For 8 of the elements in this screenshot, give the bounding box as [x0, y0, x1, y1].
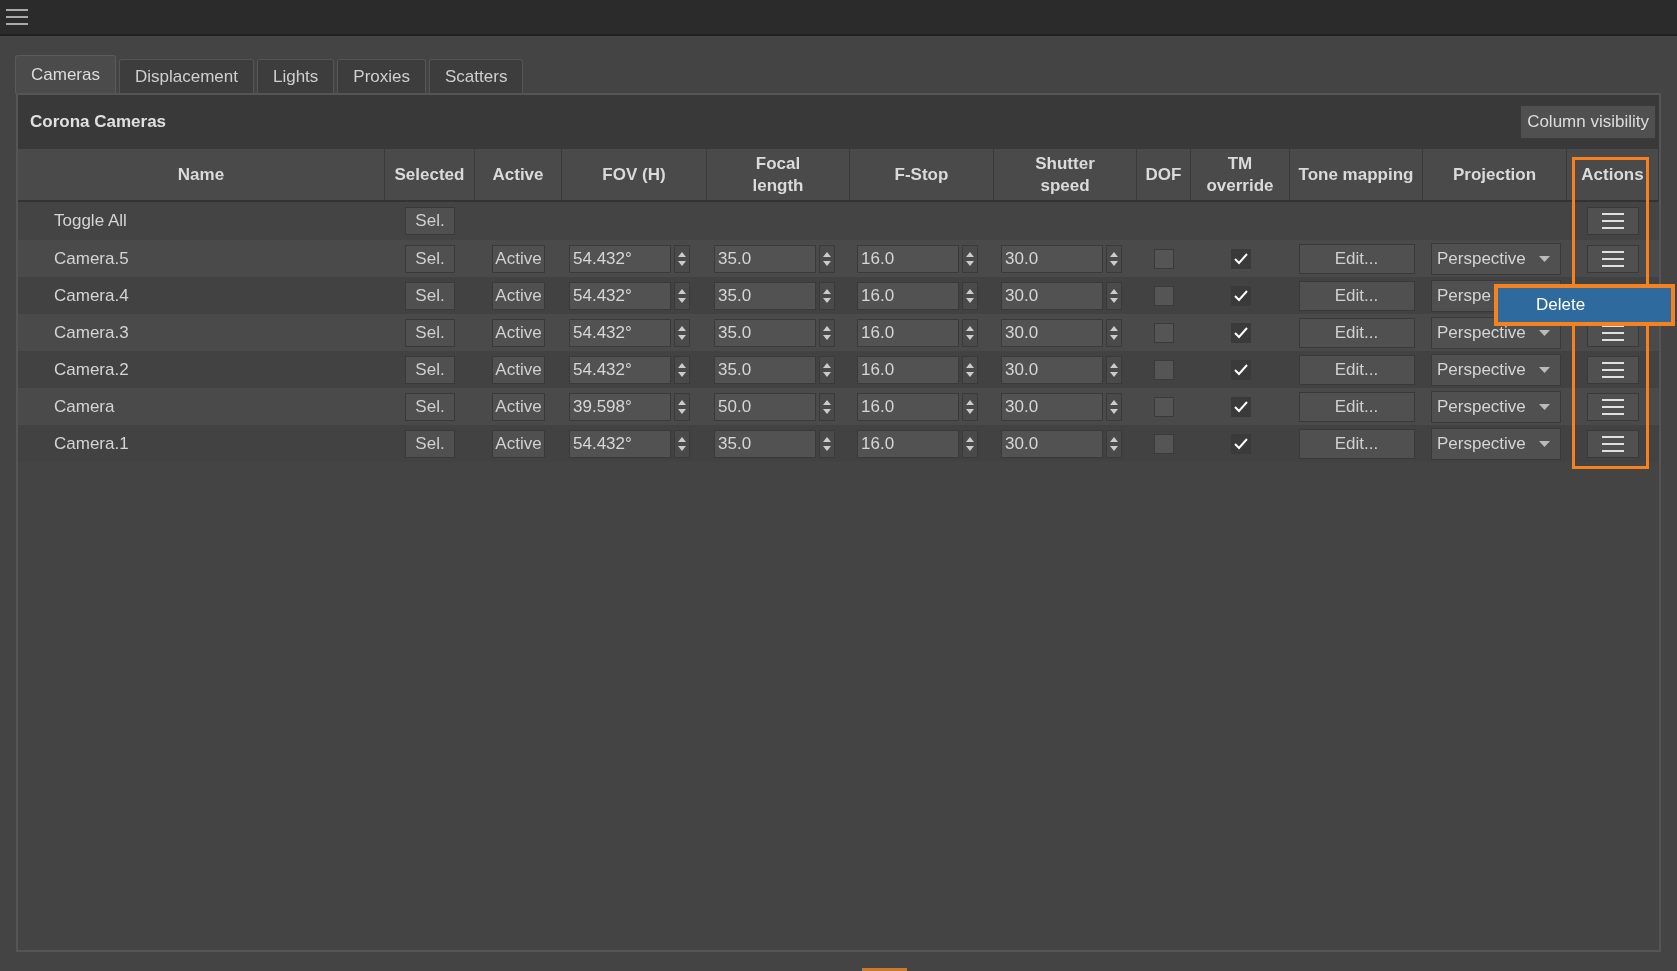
camera-name: Camera.2 [54, 358, 129, 381]
camera-name: Camera.3 [54, 321, 129, 344]
row-label: Toggle All [54, 210, 127, 233]
camera-name: Camera.4 [54, 284, 129, 307]
panel-title: Corona Cameras [30, 111, 167, 134]
camera-name: Camera.5 [54, 247, 129, 270]
camera-name: Camera [54, 395, 115, 418]
camera-name: Camera.1 [54, 432, 129, 455]
